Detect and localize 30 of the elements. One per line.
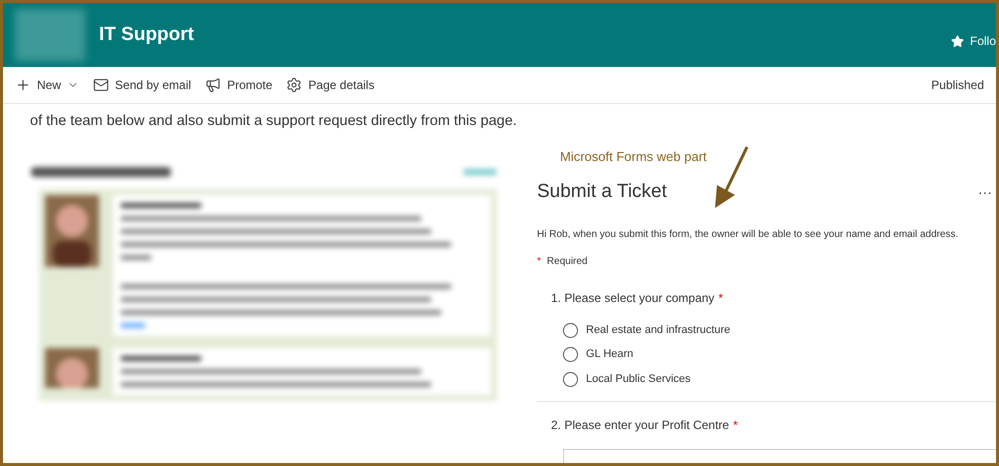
- megaphone-icon: [205, 77, 222, 93]
- radio-button[interactable]: [563, 322, 578, 338]
- follow-button[interactable]: Follo: [970, 32, 996, 50]
- toolbar-button[interactable]: Page details: [286, 76, 374, 94]
- form-title: Submit a Ticket: [537, 180, 667, 204]
- toolbar-button[interactable]: Promote: [205, 76, 272, 94]
- question-label: 1. Please select your company: [551, 290, 714, 307]
- option-label: Local Public Services: [586, 372, 691, 387]
- intro-text: of the team below and also submit a support request directly from this page.: [29, 112, 518, 131]
- plus-icon: [15, 77, 31, 93]
- required-mark: *: [733, 417, 738, 434]
- radio-button[interactable]: [563, 347, 578, 362]
- form-notice: Hi Rob, when you submit this form, the owner will be able to see your name and email address.: [537, 228, 960, 242]
- question-label: 2. Please enter your Profit Centre: [551, 417, 730, 434]
- site-title: IT Support: [99, 22, 194, 47]
- star-icon: [950, 34, 964, 48]
- mail-icon: [93, 77, 110, 93]
- more-button[interactable]: ···: [978, 182, 992, 203]
- required-mark: *: [718, 290, 724, 307]
- toolbar-button[interactable]: Send by email: [93, 76, 192, 94]
- option-label: GL Hearn: [586, 347, 634, 362]
- required-label: Required: [546, 254, 588, 269]
- radio-button[interactable]: [563, 372, 578, 386]
- required-mark: *: [537, 254, 541, 269]
- site-logo: [15, 9, 85, 61]
- option-label: Real estate and infrastructure: [586, 322, 730, 338]
- publish-status: Published: [931, 77, 984, 94]
- toolbar-button[interactable]: New: [15, 76, 80, 94]
- gear-icon: [286, 77, 302, 93]
- annotation-label: Microsoft Forms web part: [560, 148, 707, 166]
